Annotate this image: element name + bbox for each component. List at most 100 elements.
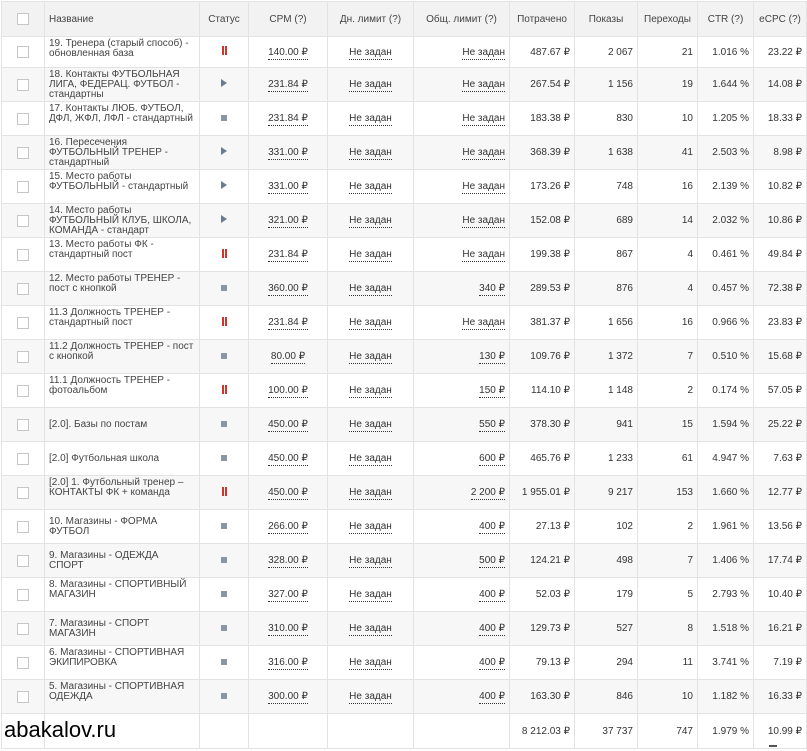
cpm-cell[interactable]: 231.84 ₽ <box>248 237 328 272</box>
play-icon[interactable] <box>221 79 227 87</box>
total-limit-cell[interactable]: Не задан <box>413 237 510 272</box>
total-limit-cell[interactable]: Не задан <box>413 101 510 136</box>
cpm-link[interactable]: 450.00 ₽ <box>268 487 308 500</box>
cpm-link[interactable]: 331.00 ₽ <box>268 181 308 194</box>
day-limit-cell[interactable]: Не задан <box>327 169 414 204</box>
status-cell[interactable] <box>199 271 249 306</box>
col-header-impressions[interactable]: Показы <box>574 1 638 37</box>
row-checkbox[interactable] <box>1 271 45 306</box>
status-cell[interactable] <box>199 305 249 340</box>
checkbox-box[interactable] <box>17 350 29 363</box>
status-cell[interactable] <box>199 373 249 408</box>
day-limit-link[interactable]: Не задан <box>349 181 392 194</box>
total-limit-cell[interactable]: Не задан <box>413 169 510 204</box>
cpm-cell[interactable]: 316.00 ₽ <box>248 645 328 680</box>
status-cell[interactable] <box>199 645 249 680</box>
status-cell[interactable] <box>199 101 249 136</box>
table-row[interactable]: [2.0]. Базы по постам 450.00 ₽ Не задан 550… <box>1 407 807 442</box>
table-row[interactable]: 11.1 Должность ТРЕНЕР - фотоальбом 100.00… <box>1 373 807 408</box>
day-limit-cell[interactable]: Не задан <box>327 441 414 476</box>
day-limit-link[interactable]: Не задан <box>349 215 392 228</box>
row-checkbox[interactable] <box>1 475 45 510</box>
pause-icon[interactable] <box>221 384 228 394</box>
table-row[interactable]: 5. Магазины - СПОРТИВНАЯ ОДЕЖДА 300.00 ₽ Н… <box>1 679 807 714</box>
cpm-cell[interactable]: 231.84 ₽ <box>248 305 328 340</box>
campaign-name[interactable]: 17. Контакты ЛЮБ. ФУТБОЛ, ДФЛ, ЖФЛ, ЛФЛ … <box>44 101 200 136</box>
day-limit-link[interactable]: Не задан <box>349 385 392 398</box>
cpm-link[interactable]: 360.00 ₽ <box>268 283 308 296</box>
day-limit-cell[interactable]: Не задан <box>327 679 414 714</box>
day-limit-cell[interactable]: Не задан <box>327 407 414 442</box>
play-icon[interactable] <box>221 181 227 189</box>
row-checkbox[interactable] <box>1 543 45 578</box>
total-limit-cell[interactable]: 2 200 ₽ <box>413 475 510 510</box>
day-limit-cell[interactable]: Не задан <box>327 101 414 136</box>
cpm-link[interactable]: 266.00 ₽ <box>268 521 308 534</box>
day-limit-cell[interactable]: Не задан <box>327 645 414 680</box>
checkbox-box[interactable] <box>17 384 29 397</box>
table-row[interactable]: 11.3 Должность ТРЕНЕР - стандартный пост… <box>1 305 807 340</box>
table-row[interactable]: 19. Тренера (старый способ) - обновленна… <box>1 36 807 68</box>
row-checkbox[interactable] <box>1 441 45 476</box>
row-checkbox[interactable] <box>1 373 45 408</box>
row-checkbox[interactable] <box>1 509 45 544</box>
checkbox-box[interactable] <box>17 452 29 465</box>
table-row[interactable]: 17. Контакты ЛЮБ. ФУТБОЛ, ДФЛ, ЖФЛ, ЛФЛ … <box>1 101 807 136</box>
row-checkbox[interactable] <box>1 237 45 272</box>
total-limit-link[interactable]: 400 ₽ <box>479 589 505 602</box>
total-limit-cell[interactable]: 150 ₽ <box>413 373 510 408</box>
cpm-link[interactable]: 331.00 ₽ <box>268 147 308 160</box>
total-limit-cell[interactable]: 400 ₽ <box>413 645 510 680</box>
row-checkbox[interactable] <box>1 135 45 170</box>
total-limit-cell[interactable]: 130 ₽ <box>413 339 510 374</box>
row-checkbox[interactable] <box>1 169 45 204</box>
total-limit-cell[interactable]: 550 ₽ <box>413 407 510 442</box>
day-limit-cell[interactable]: Не задан <box>327 67 414 102</box>
day-limit-cell[interactable]: Не задан <box>327 577 414 612</box>
total-limit-link[interactable]: Не задан <box>462 147 505 160</box>
table-row[interactable]: 6. Магазины - СПОРТИВНАЯ ЭКИПИРОВКА 316.0… <box>1 645 807 680</box>
table-row[interactable]: 8. Магазины - СПОРТИВНЫЙ МАГАЗИН 327.00 ₽… <box>1 577 807 612</box>
total-limit-cell[interactable]: Не задан <box>413 305 510 340</box>
table-row[interactable]: [2.0] Футбольная школа 450.00 ₽ Не задан 60… <box>1 441 807 476</box>
cpm-link[interactable]: 100.00 ₽ <box>268 385 308 398</box>
cpm-link[interactable]: 80.00 ₽ <box>270 351 306 364</box>
cpm-link[interactable]: 231.84 ₽ <box>268 113 308 126</box>
cpm-cell[interactable]: 331.00 ₽ <box>248 135 328 170</box>
campaign-name[interactable]: 11.2 Должность ТРЕНЕР - пост с кнопкой <box>44 339 200 374</box>
total-limit-cell[interactable]: 600 ₽ <box>413 441 510 476</box>
day-limit-link[interactable]: Не задан <box>349 419 392 432</box>
row-checkbox[interactable] <box>1 67 45 102</box>
status-cell[interactable] <box>199 611 249 646</box>
cpm-link[interactable]: 300.00 ₽ <box>268 691 308 704</box>
day-limit-cell[interactable]: Не задан <box>327 271 414 306</box>
day-limit-link[interactable]: Не задан <box>349 657 392 670</box>
status-cell[interactable] <box>199 203 249 238</box>
cpm-cell[interactable]: 328.00 ₽ <box>248 543 328 578</box>
checkbox-box[interactable] <box>17 146 29 159</box>
day-limit-cell[interactable]: Не задан <box>327 543 414 578</box>
pause-icon[interactable] <box>221 486 228 496</box>
total-limit-link[interactable]: 150 ₽ <box>479 385 505 398</box>
day-limit-link[interactable]: Не задан <box>349 79 392 92</box>
day-limit-link[interactable]: Не задан <box>349 283 392 296</box>
stop-icon[interactable] <box>221 591 227 597</box>
stop-icon[interactable] <box>221 523 227 529</box>
cpm-cell[interactable]: 300.00 ₽ <box>248 679 328 714</box>
cpm-cell[interactable]: 327.00 ₽ <box>248 577 328 612</box>
stop-icon[interactable] <box>221 353 227 359</box>
row-checkbox[interactable] <box>1 305 45 340</box>
checkbox-box[interactable] <box>17 486 29 499</box>
cpm-link[interactable]: 140.00 ₽ <box>268 46 308 60</box>
campaign-name[interactable]: 16. Пересечения ФУТБОЛЬНЫЙ ТРЕНЕР - стан… <box>44 135 200 170</box>
campaign-name[interactable]: 12. Место работы ТРЕНЕР - пост с кнопкой <box>44 271 200 306</box>
cpm-cell[interactable]: 80.00 ₽ <box>248 339 328 374</box>
status-cell[interactable] <box>199 475 249 510</box>
cpm-cell[interactable]: 231.84 ₽ <box>248 67 328 102</box>
checkbox-box[interactable] <box>17 588 29 601</box>
day-limit-link[interactable]: Не задан <box>349 589 392 602</box>
cpm-cell[interactable]: 231.84 ₽ <box>248 101 328 136</box>
day-limit-cell[interactable]: Не задан <box>327 135 414 170</box>
status-cell[interactable] <box>199 509 249 544</box>
total-limit-link[interactable]: Не задан <box>462 249 505 262</box>
